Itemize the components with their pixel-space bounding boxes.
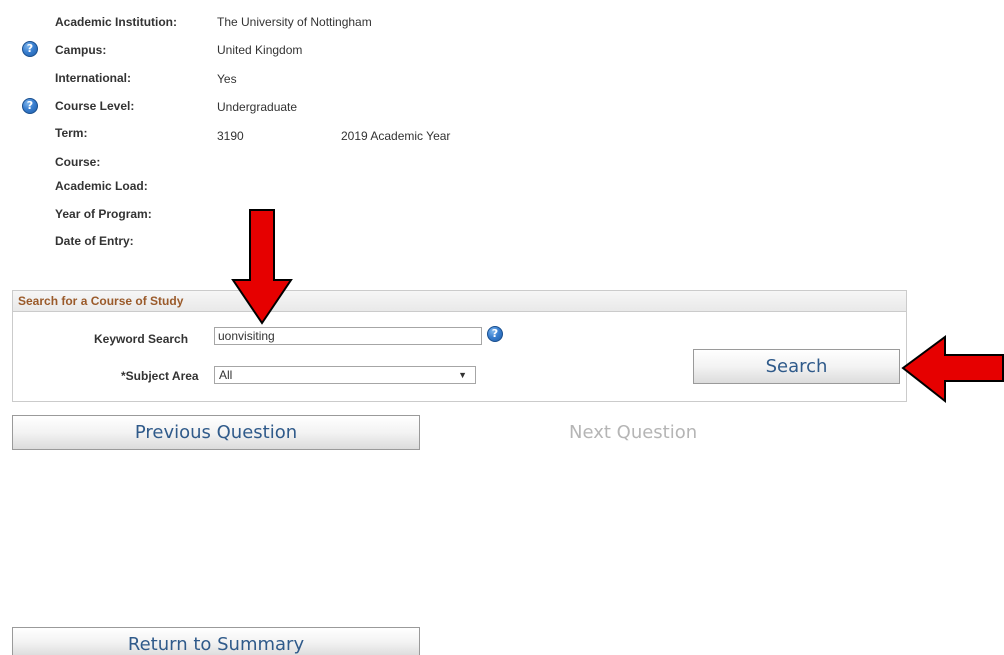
international-label: International: (55, 71, 132, 85)
course-label: Course: (55, 155, 101, 169)
term-code-value: 3190 (217, 129, 244, 143)
academic-load-label: Academic Load: (55, 179, 148, 193)
course-level-label: Course Level: (55, 99, 135, 113)
term-label: Term: (55, 126, 88, 140)
academic-institution-label: Academic Institution: (55, 15, 178, 29)
academic-institution-value: The University of Nottingham (217, 15, 372, 29)
search-button[interactable]: Search (693, 349, 900, 384)
term-description-value: 2019 Academic Year (341, 129, 451, 143)
down-arrow-annotation (231, 209, 293, 325)
campus-value: United Kingdom (217, 43, 303, 57)
international-value: Yes (217, 72, 237, 86)
previous-question-button[interactable]: Previous Question (12, 415, 420, 450)
keyword-help-icon[interactable]: ? (487, 326, 503, 342)
subject-area-label: *Subject Area (121, 369, 199, 383)
keyword-search-input[interactable] (214, 327, 482, 345)
year-of-program-label: Year of Program: (55, 207, 152, 221)
chevron-down-icon[interactable]: ▼ (458, 367, 467, 383)
course-level-help-icon[interactable]: ? (22, 98, 38, 114)
campus-label: Campus: (55, 43, 107, 57)
subject-area-select[interactable]: All ▼ (214, 366, 476, 384)
date-of-entry-label: Date of Entry: (55, 234, 134, 248)
course-search-section-title: Search for a Course of Study (18, 294, 184, 308)
keyword-search-label: Keyword Search (94, 332, 189, 346)
subject-area-selected-value: All (219, 368, 233, 382)
next-question-link: Next Question (569, 422, 698, 443)
return-to-summary-button[interactable]: Return to Summary (12, 627, 420, 655)
campus-help-icon[interactable]: ? (22, 41, 38, 57)
left-arrow-annotation (901, 335, 1004, 404)
course-level-value: Undergraduate (217, 100, 298, 114)
